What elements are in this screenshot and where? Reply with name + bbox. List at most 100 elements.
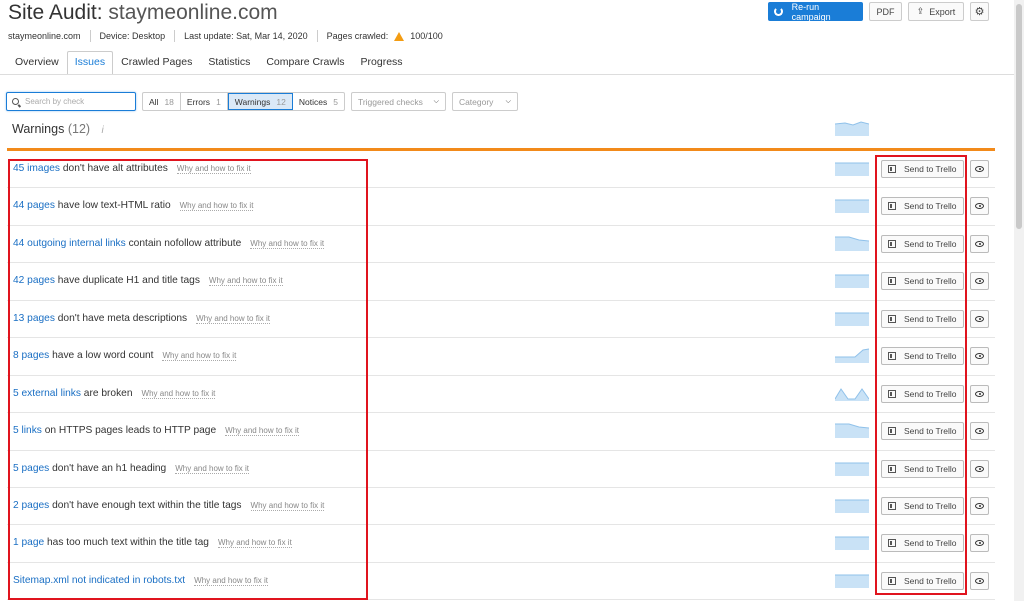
page-title: Site Audit: staymeonline.com bbox=[8, 1, 278, 25]
eye-icon bbox=[975, 203, 984, 210]
filter-label: All bbox=[149, 96, 159, 107]
meta-last-update: Last update: Sat, Mar 14, 2020 bbox=[184, 31, 308, 41]
filter-label: Errors bbox=[186, 96, 211, 107]
section-count: (12) bbox=[67, 122, 91, 136]
divider bbox=[89, 30, 91, 42]
filter-notices[interactable]: Notices 5 bbox=[293, 93, 344, 110]
divider bbox=[174, 30, 176, 42]
search-icon bbox=[12, 98, 19, 105]
hide-issue-button[interactable] bbox=[970, 384, 989, 403]
search-placeholder: Search by check bbox=[25, 97, 85, 106]
trend-sparkline bbox=[835, 423, 869, 439]
trend-sparkline bbox=[835, 536, 869, 551]
triggered-checks-label: Triggered checks bbox=[357, 96, 423, 107]
hide-issue-button[interactable] bbox=[970, 197, 989, 216]
issue-type-filter: All 18 Errors 1 Warnings 12 Notices 5 bbox=[142, 92, 345, 111]
highlight-box-trello bbox=[875, 155, 967, 595]
meta-pages-crawled-value: 100/100 bbox=[410, 31, 443, 41]
hide-issue-button[interactable] bbox=[970, 347, 989, 366]
tab-crawled-pages[interactable]: Crawled Pages bbox=[113, 56, 200, 74]
chevron-down-icon: ⌵ bbox=[505, 97, 511, 105]
tab-bar: Overview Issues Crawled Pages Statistics Com… bbox=[7, 51, 411, 75]
tab-compare-crawls[interactable]: Compare Crawls bbox=[258, 56, 352, 74]
meta-pages-crawled-label: Pages crawled: bbox=[326, 31, 389, 41]
trend-sparkline bbox=[835, 499, 869, 513]
eye-icon bbox=[975, 166, 984, 172]
trend-sparkline bbox=[835, 236, 869, 251]
trend-sparkline bbox=[835, 199, 869, 214]
trend-sparkline bbox=[835, 312, 869, 326]
trend-sparkline bbox=[835, 387, 869, 401]
category-dropdown[interactable]: Category ⌵ bbox=[451, 92, 518, 111]
tab-overview[interactable]: Overview bbox=[7, 56, 67, 74]
scrollbar[interactable] bbox=[1014, 0, 1024, 601]
section-title-text: Warnings bbox=[12, 122, 65, 136]
gear-icon: ⚙ bbox=[974, 6, 985, 18]
hide-issue-button[interactable] bbox=[970, 459, 989, 478]
eye-icon bbox=[975, 428, 984, 435]
chevron-down-icon: ⌵ bbox=[433, 97, 439, 105]
eye-icon bbox=[975, 278, 984, 285]
filter-count: 5 bbox=[333, 96, 338, 107]
hide-issue-button[interactable] bbox=[970, 272, 989, 291]
search-input[interactable]: Search by check bbox=[6, 92, 136, 111]
warning-icon bbox=[394, 31, 405, 41]
category-label: Category bbox=[458, 96, 494, 107]
pdf-label: PDF bbox=[876, 6, 895, 17]
highlight-box-issues bbox=[8, 159, 368, 600]
filter-label: Notices bbox=[298, 96, 328, 107]
meta-domain: staymeonline.com bbox=[8, 31, 81, 41]
trend-sparkline bbox=[835, 162, 869, 176]
eye-icon bbox=[975, 540, 984, 547]
section-trend-sparkline bbox=[835, 121, 869, 136]
tab-bar-divider bbox=[0, 74, 1014, 75]
eye-icon bbox=[975, 240, 984, 247]
settings-button[interactable]: ⚙ bbox=[970, 2, 989, 21]
filter-label: Warnings bbox=[234, 96, 271, 107]
filter-errors[interactable]: Errors 1 bbox=[181, 93, 228, 110]
eye-icon bbox=[975, 390, 984, 397]
tab-statistics[interactable]: Statistics bbox=[200, 56, 258, 74]
hide-issue-button[interactable] bbox=[970, 534, 989, 553]
section-title: Warnings (12) i bbox=[12, 122, 104, 136]
hide-issue-button[interactable] bbox=[970, 234, 989, 253]
filter-all[interactable]: All 18 bbox=[143, 93, 181, 110]
filter-count: 12 bbox=[276, 96, 286, 107]
hide-issue-button[interactable] bbox=[970, 160, 989, 178]
title-domain: staymeonline.com bbox=[108, 1, 278, 24]
eye-icon bbox=[975, 502, 984, 509]
title-prefix: Site Audit: bbox=[8, 1, 109, 24]
export-button[interactable]: ⇪ Export bbox=[908, 2, 964, 21]
triggered-checks-dropdown[interactable]: Triggered checks ⌵ bbox=[350, 92, 446, 111]
export-icon: ⇪ bbox=[916, 6, 925, 16]
export-label: Export bbox=[929, 6, 956, 17]
eye-icon bbox=[975, 315, 984, 322]
hide-issue-button[interactable] bbox=[970, 422, 989, 441]
eye-icon bbox=[975, 465, 984, 472]
filter-warnings[interactable]: Warnings 12 bbox=[227, 93, 293, 110]
scrollbar-thumb[interactable] bbox=[1016, 4, 1022, 229]
pdf-button[interactable]: PDF bbox=[869, 2, 902, 21]
hide-issue-button[interactable] bbox=[970, 571, 989, 590]
rerun-campaign-button[interactable]: Re-run campaign bbox=[768, 1, 863, 22]
trend-sparkline bbox=[835, 574, 869, 588]
filter-count: 18 bbox=[164, 96, 174, 107]
tab-progress[interactable]: Progress bbox=[353, 56, 411, 74]
trend-sparkline bbox=[835, 274, 869, 289]
trend-sparkline bbox=[835, 462, 869, 476]
divider bbox=[316, 30, 318, 42]
rerun-label: Re-run campaign bbox=[791, 1, 831, 22]
filter-bar: Search by check All 18 Errors 1 Warnings 12 No… bbox=[6, 92, 518, 111]
audit-meta: staymeonline.com Device: Desktop Last up… bbox=[8, 30, 443, 42]
tab-issues[interactable]: Issues bbox=[66, 51, 114, 75]
hide-issue-button[interactable] bbox=[970, 309, 989, 328]
eye-icon bbox=[975, 577, 984, 584]
hide-issue-button[interactable] bbox=[970, 496, 989, 515]
info-icon[interactable]: i bbox=[102, 125, 104, 136]
top-actions: Re-run campaign PDF ⇪ Export ⚙ bbox=[768, 1, 989, 22]
trend-sparkline bbox=[835, 348, 869, 364]
meta-device: Device: Desktop bbox=[99, 31, 166, 41]
refresh-icon bbox=[774, 7, 783, 16]
eye-icon bbox=[975, 353, 984, 360]
filter-count: 1 bbox=[216, 96, 221, 107]
